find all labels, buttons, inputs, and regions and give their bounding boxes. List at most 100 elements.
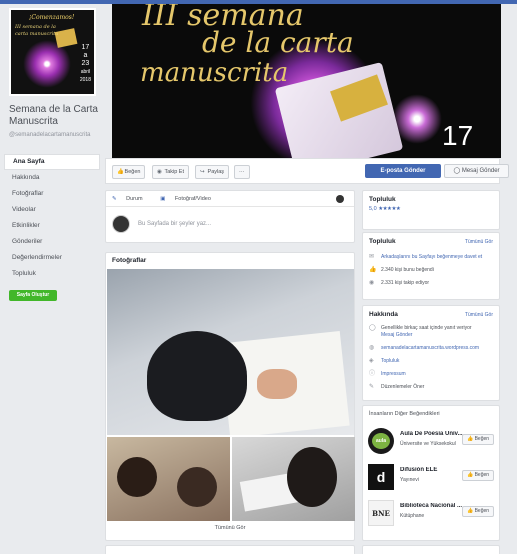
liked-pages-title: İnsanların Diğer Beğendikleri [369, 411, 440, 417]
logo-text: aula [372, 433, 390, 449]
photo-icon: ▣ [160, 196, 166, 202]
composer-avatar [112, 215, 130, 233]
liked-page-name[interactable]: Aula De Poesía Univ... [400, 431, 470, 437]
photo-person [287, 447, 337, 507]
firework-graphic [23, 40, 71, 88]
photos-title[interactable]: Fotoğraflar [106, 253, 354, 269]
star-rating-icon: ★★★★★ [378, 206, 401, 212]
photo-main[interactable] [107, 269, 354, 435]
create-page-button[interactable]: Sayfa Oluştur [9, 290, 57, 301]
photo-thumb-1[interactable] [107, 437, 230, 521]
tag-icon: ◈ [369, 358, 374, 364]
page-logo: BNE [368, 500, 394, 526]
logo-text: BNE [372, 509, 390, 518]
like-button[interactable]: 👍 Beğen [462, 506, 494, 517]
website-row[interactable]: ◍ semanadelacartamanuscrita.wordpress.com [363, 342, 499, 355]
follow-button[interactable]: ◉ Takip Et [152, 165, 190, 179]
rating-value[interactable]: 5,0 ★★★★★ [363, 203, 499, 215]
cover-photo[interactable]: III semana de la carta manuscrita 17 [112, 4, 501, 158]
impressum-row[interactable]: ⓘ Impressum [363, 368, 499, 381]
messenger-icon: ◯ [453, 168, 461, 174]
next-right-card [362, 545, 500, 554]
thumbs-up-icon: 👍 [117, 169, 124, 175]
liked-page-item[interactable]: d Difusión ELE Yayınevi 👍 Beğen [363, 462, 499, 494]
reviews-card: Topluluk 5,0 ★★★★★ [362, 190, 500, 230]
like-button[interactable]: 👍 Beğen [462, 470, 494, 481]
thumbs-up-icon: 👍 [466, 436, 474, 442]
page-action-bar: 👍 Beğen ◉ Takip Et ↪ Paylaş ··· E-posta … [105, 158, 509, 184]
composer-tabs: ✎ Durum ▣ Fotoğraf/Video [106, 191, 354, 207]
photo-hand [257, 369, 297, 399]
about-card: Hakkında Tümünü Gör ◯ Genellikle birkaç s… [362, 305, 500, 401]
cover-number: 17 [442, 120, 474, 151]
share-button[interactable]: ↪ Paylaş [195, 165, 230, 179]
cover-title-line2: de la carta [202, 26, 354, 59]
pencil-icon: ✎ [112, 196, 117, 202]
thumbs-up-icon: 👍 [466, 508, 474, 514]
nav-item-videos[interactable]: Videolar [4, 202, 100, 218]
liked-pages-card: İnsanların Diğer Beğendikleri aula Aula … [362, 405, 500, 541]
page-avatar-small[interactable] [336, 195, 344, 203]
profile-picture[interactable]: ¡Comenzamos! III semana de la carta manu… [9, 8, 96, 96]
profile-pic-date: 17 a 23 abril 2018 [79, 44, 91, 83]
nav-item-community[interactable]: Topluluk [4, 266, 100, 282]
messenger-icon: ◯ [369, 325, 376, 331]
info-icon: ⓘ [369, 371, 376, 377]
photo-person [177, 467, 217, 507]
pencil-icon: ✎ [369, 384, 375, 390]
like-page-button[interactable]: 👍 Beğen [112, 165, 146, 179]
suggest-edits-row[interactable]: ✎ Düzenlemeler Öner [363, 381, 499, 394]
send-email-button[interactable]: E-posta Gönder [365, 164, 441, 178]
page-nav: Ana Sayfa Hakkında Fotoğraflar Videolar … [4, 154, 100, 282]
nav-item-home[interactable]: Ana Sayfa [4, 154, 100, 170]
more-button[interactable]: ··· [234, 165, 250, 179]
community-card: Topluluk Tümünü Gör ✉ Arkadaşlarını bu Sa… [362, 232, 500, 300]
nav-item-reviews[interactable]: Değerlendirmeler [4, 250, 100, 266]
nav-item-photos[interactable]: Fotoğraflar [4, 186, 100, 202]
liked-page-category: Kütüphane [400, 513, 425, 519]
thumbs-up-icon: 👍 [369, 267, 377, 273]
share-icon: ↪ [200, 169, 205, 175]
like-button[interactable]: 👍 Beğen [462, 434, 494, 445]
nav-item-posts[interactable]: Gönderiler [4, 234, 100, 250]
follow-icon: ◉ [369, 280, 375, 286]
page-logo: aula [368, 428, 394, 454]
invite-friends-row[interactable]: ✉ Arkadaşlarını bu Sayfayı beğenmeye dave… [363, 251, 499, 264]
follows-count-row: ◉ 2.331 kişi takip ediyor [369, 280, 430, 286]
thumbs-up-icon: 👍 [466, 472, 474, 478]
liked-page-category: Üniversite ve Yüksekokul [400, 441, 456, 447]
composer-tab-photo[interactable]: ▣ Fotoğraf/Video [160, 196, 219, 202]
profile-pic-subtitle: III semana de la carta manuscrita [15, 24, 59, 37]
globe-icon: ◍ [369, 345, 375, 351]
page-logo: d [368, 464, 394, 490]
logo-text: d [376, 469, 386, 485]
community-see-all-link[interactable]: Tümünü Gör [465, 239, 493, 245]
nav-item-about[interactable]: Hakkında [4, 170, 100, 186]
page-handle[interactable]: @semanadelacartamanuscrita [9, 131, 101, 139]
liked-page-item[interactable]: BNE Biblioteca Nacional ... Kütüphane 👍 … [363, 498, 499, 530]
profile-pic-title: ¡Comenzamos! [29, 14, 75, 21]
liked-page-item[interactable]: aula Aula De Poesía Univ... Üniversite v… [363, 426, 499, 458]
nav-item-events[interactable]: Etkinlikler [4, 218, 100, 234]
photo-person [117, 457, 157, 497]
liked-page-category: Yayınevi [400, 477, 419, 483]
cover-title-line3: manuscrita [140, 58, 289, 88]
liked-page-name[interactable]: Difusión ELE [400, 467, 470, 473]
likes-count-row: 👍 2.340 kişi bunu beğendi [369, 267, 434, 273]
post-composer: ✎ Durum ▣ Fotoğraf/Video Bu Sayfada bir … [105, 190, 355, 243]
rss-icon: ◉ [157, 169, 162, 175]
about-see-all-link[interactable]: Tümünü Gör [465, 312, 493, 318]
liked-page-name[interactable]: Biblioteca Nacional ... [400, 503, 470, 509]
category-row[interactable]: ◈ Topluluk [363, 355, 499, 368]
next-section-card [105, 545, 355, 554]
photo-person [147, 331, 247, 421]
invite-icon: ✉ [369, 254, 375, 260]
reviews-title[interactable]: Topluluk [363, 191, 499, 203]
photos-see-all-link[interactable]: Tümünü Gör [106, 525, 354, 531]
photo-thumb-2[interactable] [232, 437, 355, 521]
composer-input[interactable]: Bu Sayfada bir şeyler yaz... [138, 221, 211, 227]
send-message-button[interactable]: ◯ Mesaj Gönder [444, 164, 509, 178]
page-name[interactable]: Semana de la Carta Manuscrita [9, 104, 101, 128]
composer-tab-status[interactable]: ✎ Durum [112, 196, 151, 202]
response-time-row: ◯ Genellikle birkaç saat içinde yanıt ver… [369, 325, 472, 338]
